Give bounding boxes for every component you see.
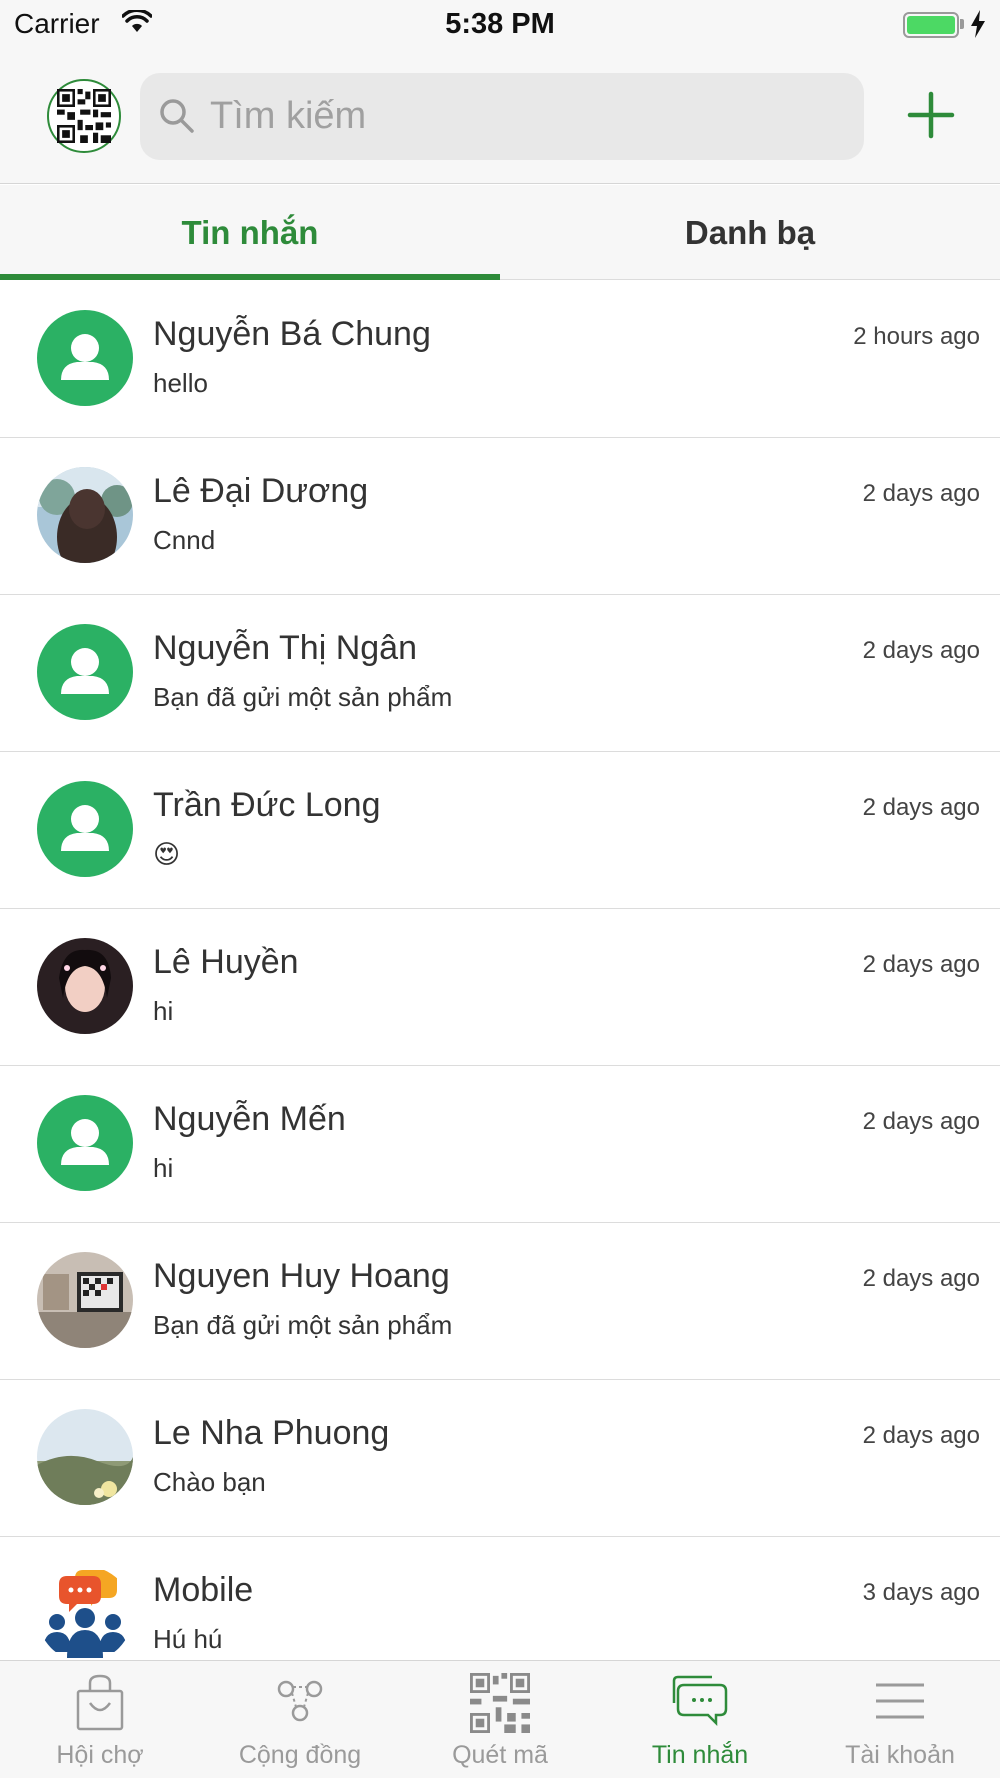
- tabbar-item-fair[interactable]: Hội chợ: [0, 1661, 200, 1778]
- last-message: Bạn đã gửi một sản phẩm: [153, 682, 453, 712]
- tab-contacts[interactable]: Danh bạ: [500, 185, 1000, 280]
- contact-name: Lê Huyền: [153, 943, 299, 981]
- contact-name: Mobile: [153, 1571, 254, 1609]
- contact-name: Le Nha Phuong: [153, 1414, 390, 1452]
- qr-code-icon: [57, 89, 111, 143]
- contact-name: Lê Đại Dương: [153, 472, 369, 510]
- last-message: Cnnd: [153, 525, 216, 555]
- charging-bolt-icon: [970, 10, 986, 43]
- last-message: hi: [153, 996, 174, 1026]
- last-message: Chào bạn: [153, 1467, 266, 1497]
- community-icon: [200, 1673, 400, 1729]
- conversation-row[interactable]: Lê Huyền hi 2 days ago: [0, 909, 1000, 1066]
- message-time: 2 hours ago: [853, 323, 980, 350]
- segment-tabs: Tin nhắn Danh bạ: [0, 185, 1000, 280]
- conversation-row[interactable]: Nguyễn Mến hi 2 days ago: [0, 1066, 1000, 1223]
- message-time: 3 days ago: [862, 1579, 980, 1606]
- search-bar[interactable]: [140, 73, 864, 160]
- last-message: hi: [153, 1153, 174, 1183]
- conversation-row[interactable]: Lê Đại Dương Cnnd 2 days ago: [0, 438, 1000, 595]
- contact-name: Nguyen Huy Hoang: [153, 1257, 450, 1295]
- user-photo-avatar: [37, 467, 133, 563]
- message-time: 2 days ago: [862, 1422, 980, 1449]
- plus-icon: [907, 91, 955, 139]
- message-time: 2 days ago: [862, 1108, 980, 1135]
- default-avatar-icon: [37, 310, 133, 406]
- contact-name: Nguyễn Thị Ngân: [153, 629, 417, 667]
- last-message: Hú hú: [153, 1624, 223, 1654]
- user-photo-avatar: [37, 1409, 133, 1505]
- add-button[interactable]: [906, 90, 956, 140]
- clock: 5:38 PM: [445, 8, 555, 40]
- conversation-row[interactable]: Nguyễn Bá Chung hello 2 hours ago: [0, 281, 1000, 438]
- conversation-row[interactable]: Nguyen Huy Hoang Bạn đã gửi một sản phẩm…: [0, 1223, 1000, 1380]
- default-avatar-icon: [37, 1095, 133, 1191]
- status-bar: Carrier 5:38 PM: [0, 0, 1000, 50]
- tabbar-label: Cộng đồng: [238, 1741, 362, 1769]
- default-avatar-icon: [37, 624, 133, 720]
- message-time: 2 days ago: [862, 1265, 980, 1292]
- qr-scan-icon: [400, 1673, 600, 1733]
- conversation-row[interactable]: Le Nha Phuong Chào bạn 2 days ago: [0, 1380, 1000, 1537]
- conversation-row[interactable]: Mobile Hú hú 3 days ago: [0, 1537, 1000, 1659]
- last-message: hello: [153, 368, 208, 398]
- tabbar-item-account[interactable]: Tài khoản: [800, 1661, 1000, 1778]
- active-tab-indicator: [0, 274, 500, 280]
- group-chat-icon: [37, 1566, 133, 1659]
- tabbar-label: Tin nhắn: [651, 1741, 749, 1769]
- tabbar-item-community[interactable]: Cộng đồng: [200, 1661, 400, 1778]
- user-photo-avatar: [37, 1252, 133, 1348]
- tabbar-item-scan[interactable]: Quét mã: [400, 1661, 600, 1778]
- contact-name: Nguyễn Bá Chung: [153, 315, 431, 353]
- search-input[interactable]: [210, 73, 850, 160]
- conversation-row[interactable]: Trần Đức Long 😍 2 days ago: [0, 752, 1000, 909]
- tabbar-label: Tài khoản: [845, 1741, 955, 1769]
- message-time: 2 days ago: [862, 794, 980, 821]
- default-avatar-icon: [37, 781, 133, 877]
- bottom-tab-bar: Hội chợ Cộng đồng Quét mã Tin nhắn Tài k…: [0, 1660, 1000, 1778]
- tabbar-item-messages[interactable]: Tin nhắn: [600, 1661, 800, 1778]
- battery-icon: [903, 12, 959, 38]
- search-icon: [158, 97, 196, 140]
- message-time: 2 days ago: [862, 951, 980, 978]
- shopping-bag-icon: [0, 1673, 200, 1733]
- conversation-row[interactable]: Nguyễn Thị Ngân Bạn đã gửi một sản phẩm …: [0, 595, 1000, 752]
- app-header: [0, 50, 1000, 184]
- chat-icon: [600, 1673, 800, 1729]
- last-message: 😍: [153, 839, 181, 869]
- message-time: 2 days ago: [862, 480, 980, 507]
- message-time: 2 days ago: [862, 637, 980, 664]
- tab-messages[interactable]: Tin nhắn: [0, 185, 500, 280]
- user-photo-avatar: [37, 938, 133, 1034]
- menu-icon: [800, 1673, 1000, 1729]
- tabbar-label: Hội chợ: [56, 1741, 144, 1769]
- tabbar-label: Quét mã: [452, 1741, 548, 1769]
- conversation-list[interactable]: Nguyễn Bá Chung hello 2 hours ago Lê Đại…: [0, 281, 1000, 1659]
- last-message: Bạn đã gửi một sản phẩm: [153, 1310, 453, 1340]
- contact-name: Nguyễn Mến: [153, 1100, 346, 1138]
- my-qr-code-button[interactable]: [47, 79, 121, 153]
- contact-name: Trần Đức Long: [153, 786, 381, 824]
